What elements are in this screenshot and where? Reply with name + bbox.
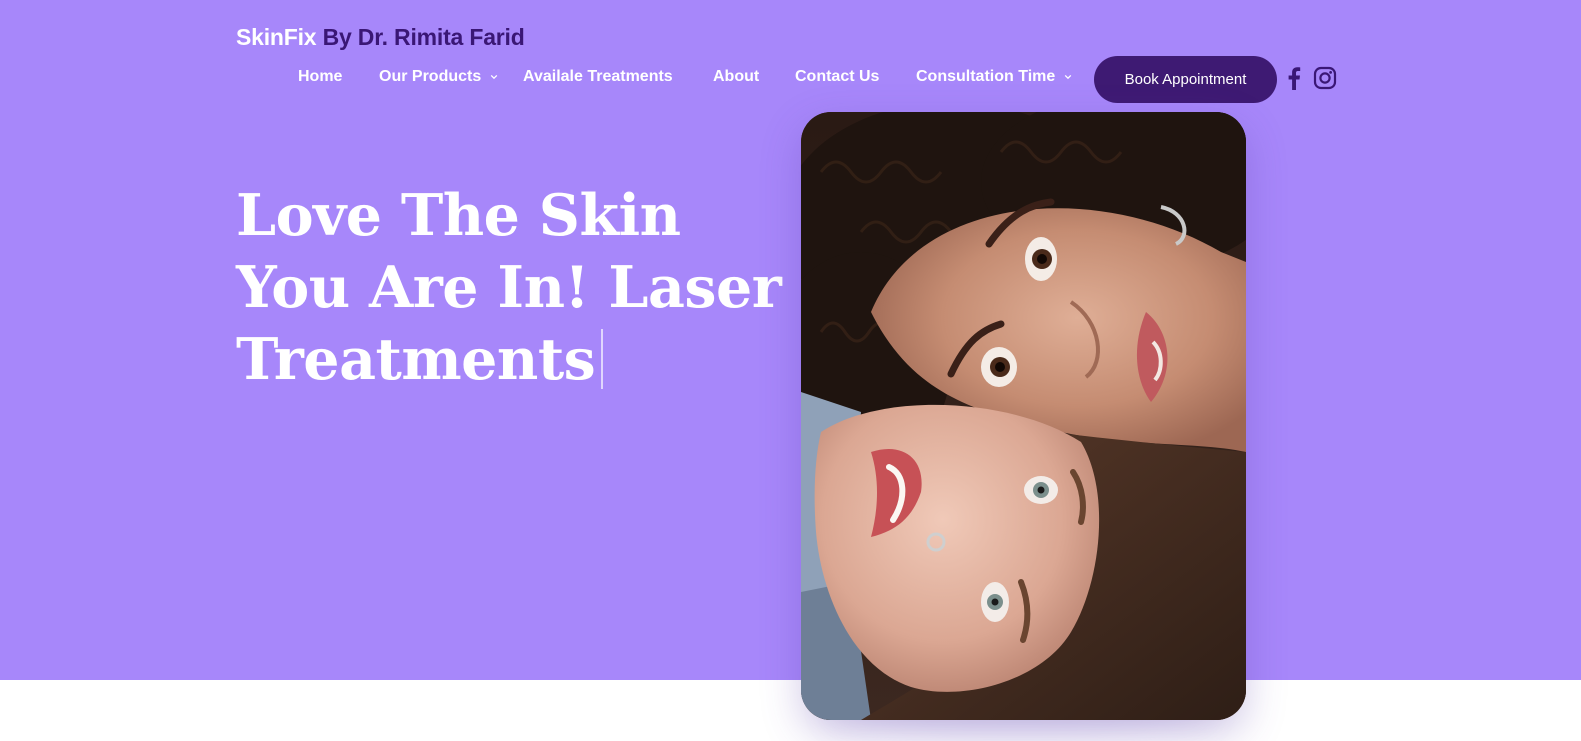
chevron-down-icon bbox=[1065, 74, 1072, 80]
nav-item-label: Availale Treatments bbox=[523, 68, 673, 85]
nav-item-consultation-time[interactable]: Consultation Time bbox=[916, 68, 1072, 86]
nav-item-home[interactable]: Home bbox=[298, 68, 342, 86]
nav-item-label: Contact Us bbox=[795, 68, 880, 85]
nav-item-our-products[interactable]: Our Products bbox=[379, 68, 498, 86]
site-logo[interactable]: SkinFix By Dr. Rimita Farid bbox=[236, 24, 525, 51]
headline-line-3-text: Treatments bbox=[236, 326, 596, 393]
nav-item-treatments[interactable]: Availale Treatments bbox=[523, 68, 673, 86]
brand-doctor: By Dr. Rimita Farid bbox=[316, 24, 525, 50]
portrait-illustration bbox=[801, 112, 1246, 720]
page-below-hero bbox=[0, 680, 1581, 741]
hero-portrait-image bbox=[801, 112, 1246, 720]
headline-line-2: You Are In! Laser bbox=[236, 254, 782, 321]
nav-item-contact-us[interactable]: Contact Us bbox=[795, 68, 879, 86]
main-nav: Home Our Products Availale Treatments Ab… bbox=[0, 68, 1581, 90]
typing-caret bbox=[601, 329, 604, 389]
nav-item-label: Home bbox=[298, 68, 343, 85]
nav-item-label: About bbox=[713, 68, 760, 85]
hero-headline: Love The Skin You Are In! Laser Treatmen… bbox=[236, 180, 782, 396]
headline-line-3: Treatments bbox=[236, 324, 756, 396]
nav-item-label: Our Products bbox=[379, 68, 482, 85]
nav-item-label: Consultation Time bbox=[916, 68, 1056, 85]
instagram-icon[interactable] bbox=[1312, 65, 1338, 91]
headline-line-1: Love The Skin bbox=[236, 182, 681, 249]
chevron-down-icon bbox=[490, 74, 498, 80]
facebook-icon[interactable] bbox=[1281, 65, 1307, 91]
brand-name: SkinFix bbox=[236, 24, 317, 50]
book-appointment-button[interactable]: Book Appointment bbox=[1094, 56, 1277, 103]
nav-item-about[interactable]: About bbox=[713, 68, 759, 86]
